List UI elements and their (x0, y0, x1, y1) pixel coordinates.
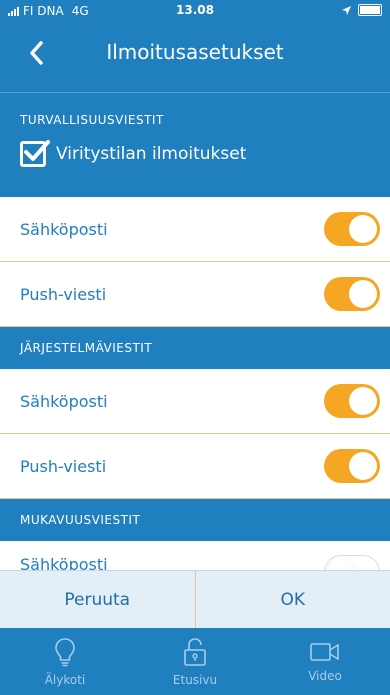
tab-smart-home-label: Älykoti (44, 672, 86, 687)
tab-bar: Älykoti Etusivu Video (0, 628, 390, 695)
armed-notifications-label: Viritystilan ilmoitukset (56, 144, 247, 164)
armed-notifications-checkbox[interactable] (20, 140, 50, 167)
system-email-row: Sähköposti (0, 369, 390, 434)
security-push-toggle[interactable] (324, 277, 380, 311)
action-buttons: Peruuta OK (0, 570, 390, 629)
cancel-button[interactable]: Peruuta (0, 571, 196, 629)
status-right (341, 4, 382, 16)
tab-home[interactable]: Etusivu (130, 628, 260, 695)
system-push-label: Push-viesti (20, 456, 107, 476)
lightbulb-icon (55, 637, 75, 666)
system-push-row: Push-viesti (0, 434, 390, 499)
security-section-header: TURVALLISUUSVIESTIT Viritystilan ilmoitu… (0, 92, 390, 197)
tab-video[interactable]: Video (260, 628, 390, 695)
ok-button[interactable]: OK (196, 571, 390, 629)
navigation-bar: Ilmoitusasetukset (0, 22, 390, 92)
security-push-label: Push-viesti (20, 284, 107, 304)
status-bar: FI DNA 4G 13.08 (0, 0, 390, 22)
tab-smart-home[interactable]: Älykoti (0, 628, 130, 695)
system-heading: JÄRJESTELMÄVIESTIT (20, 341, 153, 355)
battery-icon (358, 4, 382, 16)
comfort-section-header: MUKAVUUSVIESTIT (0, 499, 390, 541)
armed-notifications-checkbox-row[interactable]: Viritystilan ilmoitukset (20, 140, 247, 167)
video-camera-icon (310, 642, 339, 661)
unlocked-padlock-icon (184, 637, 206, 666)
checkmark-icon (24, 140, 50, 161)
security-push-row: Push-viesti (0, 262, 390, 327)
comfort-heading: MUKAVUUSVIESTIT (20, 513, 141, 527)
page-title: Ilmoitusasetukset (106, 40, 284, 64)
tab-video-label: Video (308, 668, 342, 683)
tab-home-label: Etusivu (172, 672, 218, 687)
system-push-toggle[interactable] (324, 449, 380, 483)
security-email-toggle[interactable] (324, 212, 380, 246)
system-email-label: Sähköposti (20, 391, 108, 411)
status-time: 13.08 (176, 3, 214, 17)
location-arrow-icon (342, 5, 351, 15)
security-email-row: Sähköposti (0, 197, 390, 262)
security-heading: TURVALLISUUSVIESTIT (20, 113, 164, 127)
system-section-header: JÄRJESTELMÄVIESTIT (0, 327, 390, 369)
security-email-label: Sähköposti (20, 219, 108, 239)
system-email-toggle[interactable] (324, 384, 380, 418)
